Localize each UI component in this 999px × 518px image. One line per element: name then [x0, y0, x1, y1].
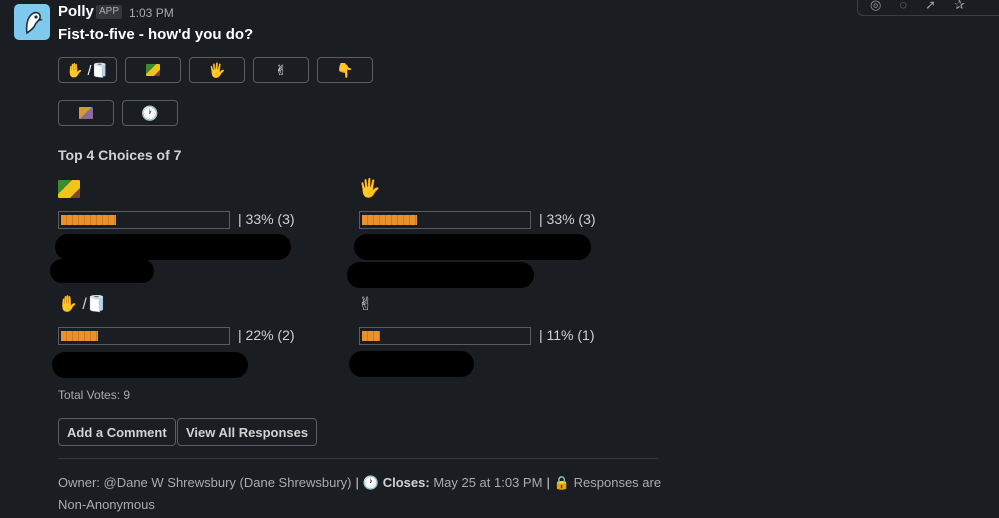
sender-name[interactable]: Polly [58, 3, 94, 20]
total-votes-value: 9 [123, 388, 131, 402]
raised-hand-icon: 🖐 [208, 62, 226, 78]
lock-icon: 🔒 [553, 475, 571, 490]
redacted-voters [52, 352, 248, 378]
redacted-voters [354, 234, 591, 260]
redacted-voters [349, 351, 474, 377]
closes-value: May 25 at 1:03 PM [433, 475, 543, 490]
pointing-down-hand-icon: 👇 [336, 62, 354, 78]
add-comment-button[interactable]: Add a Comment [58, 418, 176, 446]
separator: | [355, 475, 359, 490]
view-all-responses-button[interactable]: View All Responses [177, 418, 318, 446]
result-bar [359, 211, 531, 229]
owner-text: Owner: @Dane W Shrewsbury (Dane Shrewsbu… [58, 475, 352, 490]
result-bar [58, 327, 230, 345]
divider [58, 458, 658, 459]
message-timestamp[interactable]: 1:03 PM [129, 6, 174, 20]
total-votes-label: Total Votes: [58, 388, 121, 402]
raised-hand-icon: 🖐 [358, 178, 381, 198]
vote-button-victory-hand[interactable]: ✌ [253, 57, 309, 83]
result-percentage: | 33% (3) [539, 211, 596, 227]
app-badge: APP [96, 5, 123, 19]
vote-button-waving-hand[interactable] [125, 57, 181, 83]
result-bar [359, 327, 531, 345]
separator: | [546, 475, 550, 490]
reply-thread-icon[interactable]: ◌ [899, 0, 907, 12]
result-percentage: | 11% (1) [539, 327, 595, 343]
total-votes: Total Votes: 9 [58, 388, 130, 402]
poll-footer: Owner: @Dane W Shrewsbury (Dane Shrewsbu… [58, 472, 668, 516]
waving-hand-image-icon [146, 64, 160, 76]
parrot-logo-icon [25, 11, 43, 35]
add-reaction-icon[interactable]: ◎ [870, 0, 881, 12]
colored-square-image-icon [79, 107, 93, 119]
raised-hand-and-toilet-paper-icon: ✋ /🧻 [66, 62, 109, 78]
result-percentage: | 33% (3) [238, 211, 295, 227]
victory-hand-icon: ✌ [358, 294, 374, 314]
closes-label: Closes: [382, 475, 430, 490]
result-bar-fill [61, 331, 98, 341]
vote-button-raised-hand[interactable]: 🖐 [189, 57, 245, 83]
choice-emoji [58, 180, 80, 203]
vote-button-hand-toilet-paper[interactable]: ✋ /🧻 [58, 57, 117, 83]
bookmark-icon[interactable]: ✰ [954, 0, 965, 12]
share-icon[interactable]: ➚ [925, 0, 936, 12]
result-bar [58, 211, 230, 229]
poll-question: Fist-to-five - how'd you do? [58, 26, 254, 43]
vote-button-clock[interactable]: 🕐 [122, 100, 178, 126]
result-percentage: | 22% (2) [238, 327, 295, 343]
waving-hand-image-icon [58, 180, 80, 198]
vote-button-pointing-down[interactable]: 👇 [317, 57, 373, 83]
result-bar-fill [362, 331, 380, 341]
result-bar-fill [362, 215, 417, 225]
redacted-voters [347, 262, 534, 288]
clock-icon: 🕐 [362, 475, 380, 490]
avatar[interactable] [14, 4, 50, 40]
results-title: Top 4 Choices of 7 [58, 147, 182, 163]
vote-button-colored-square[interactable] [58, 100, 114, 126]
result-bar-fill [61, 215, 116, 225]
redacted-voters [50, 259, 154, 283]
victory-hand-icon: ✌ [275, 62, 287, 78]
clock-icon: 🕐 [141, 105, 159, 121]
redacted-voters [55, 234, 291, 260]
message-hover-toolbar: ◎ ◌ ➚ ✰ [857, 0, 999, 16]
raised-hand-and-toilet-paper-icon: ✋ /🧻 [58, 296, 107, 313]
